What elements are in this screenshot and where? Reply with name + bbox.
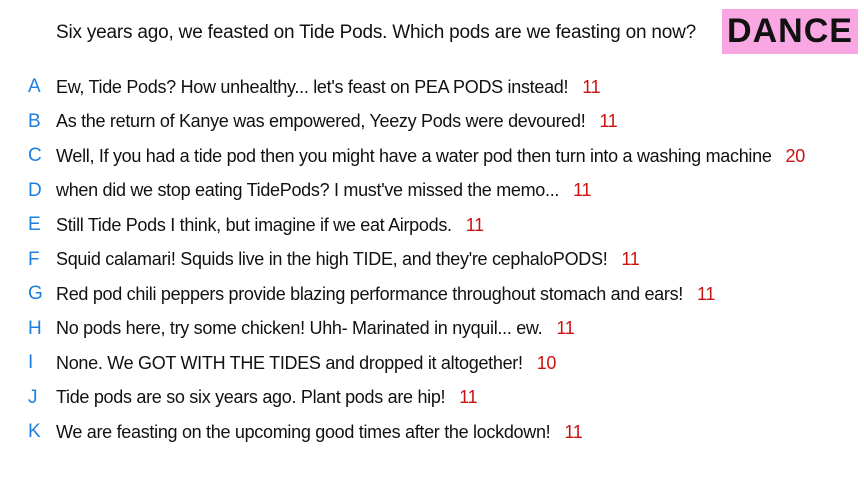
answer-letter: J bbox=[28, 386, 38, 408]
answer-letter: B bbox=[28, 110, 41, 132]
answer-row-k[interactable]: K We are feasting on the upcoming good t… bbox=[0, 415, 864, 450]
answer-row-g[interactable]: G Red pod chili peppers provide blazing … bbox=[0, 277, 864, 312]
answer-text: Well, If you had a tide pod then you mig… bbox=[56, 145, 806, 166]
answer-score: 11 bbox=[459, 387, 478, 408]
answer-score: 10 bbox=[536, 352, 557, 373]
answer-letter: D bbox=[28, 179, 42, 201]
answer-letter: G bbox=[28, 283, 43, 305]
answer-score: 11 bbox=[697, 283, 716, 304]
answer-row-i[interactable]: I None. We GOT WITH THE TIDES and droppe… bbox=[0, 346, 864, 381]
question-text: Six years ago, we feasted on Tide Pods. … bbox=[56, 22, 697, 43]
answer-score: 11 bbox=[564, 421, 583, 442]
answer-row-h[interactable]: H No pods here, try some chicken! Uhh- M… bbox=[0, 312, 864, 347]
answer-text: As the return of Kanye was empowered, Ye… bbox=[56, 111, 618, 132]
answer-text: No pods here, try some chicken! Uhh- Mar… bbox=[56, 318, 575, 339]
answer-score: 11 bbox=[556, 318, 575, 339]
answer-row-f[interactable]: F Squid calamari! Squids live in the hig… bbox=[0, 243, 864, 278]
answer-letter: K bbox=[28, 421, 41, 443]
answer-score: 11 bbox=[582, 76, 601, 97]
answer-letter: I bbox=[28, 352, 34, 374]
answer-letter: F bbox=[28, 248, 40, 270]
answer-row-e[interactable]: E Still Tide Pods I think, but imagine i… bbox=[0, 208, 864, 243]
answer-text: when did we stop eating TidePods? I must… bbox=[56, 180, 592, 201]
answer-row-d[interactable]: D when did we stop eating TidePods? I mu… bbox=[0, 174, 864, 209]
answer-row-a[interactable]: A Ew, Tide Pods? How unhealthy... let's … bbox=[0, 70, 864, 105]
answer-score: 11 bbox=[599, 111, 618, 132]
answer-letter: E bbox=[28, 214, 41, 236]
answer-list: A Ew, Tide Pods? How unhealthy... let's … bbox=[0, 70, 864, 450]
answer-text: Red pod chili peppers provide blazing pe… bbox=[56, 283, 716, 304]
answer-text: We are feasting on the upcoming good tim… bbox=[56, 421, 583, 442]
answer-score: 11 bbox=[465, 214, 484, 235]
answer-row-b[interactable]: B As the return of Kanye was empowered, … bbox=[0, 105, 864, 140]
answer-letter: A bbox=[28, 76, 41, 98]
answer-score: 11 bbox=[573, 180, 592, 201]
answer-score: 20 bbox=[785, 145, 806, 166]
answer-letter: C bbox=[28, 145, 42, 167]
answer-score: 11 bbox=[621, 249, 640, 270]
answer-letter: H bbox=[28, 317, 42, 339]
answer-text: Squid calamari! Squids live in the high … bbox=[56, 249, 640, 270]
answer-text: Still Tide Pods I think, but imagine if … bbox=[56, 214, 484, 235]
answer-text: Tide pods are so six years ago. Plant po… bbox=[56, 387, 478, 408]
answer-text: Ew, Tide Pods? How unhealthy... let's fe… bbox=[56, 76, 601, 97]
answer-row-c[interactable]: C Well, If you had a tide pod then you m… bbox=[0, 139, 864, 174]
answer-text: None. We GOT WITH THE TIDES and dropped … bbox=[56, 352, 557, 373]
mode-badge: DANCE bbox=[722, 9, 858, 54]
answer-row-j[interactable]: J Tide pods are so six years ago. Plant … bbox=[0, 381, 864, 416]
